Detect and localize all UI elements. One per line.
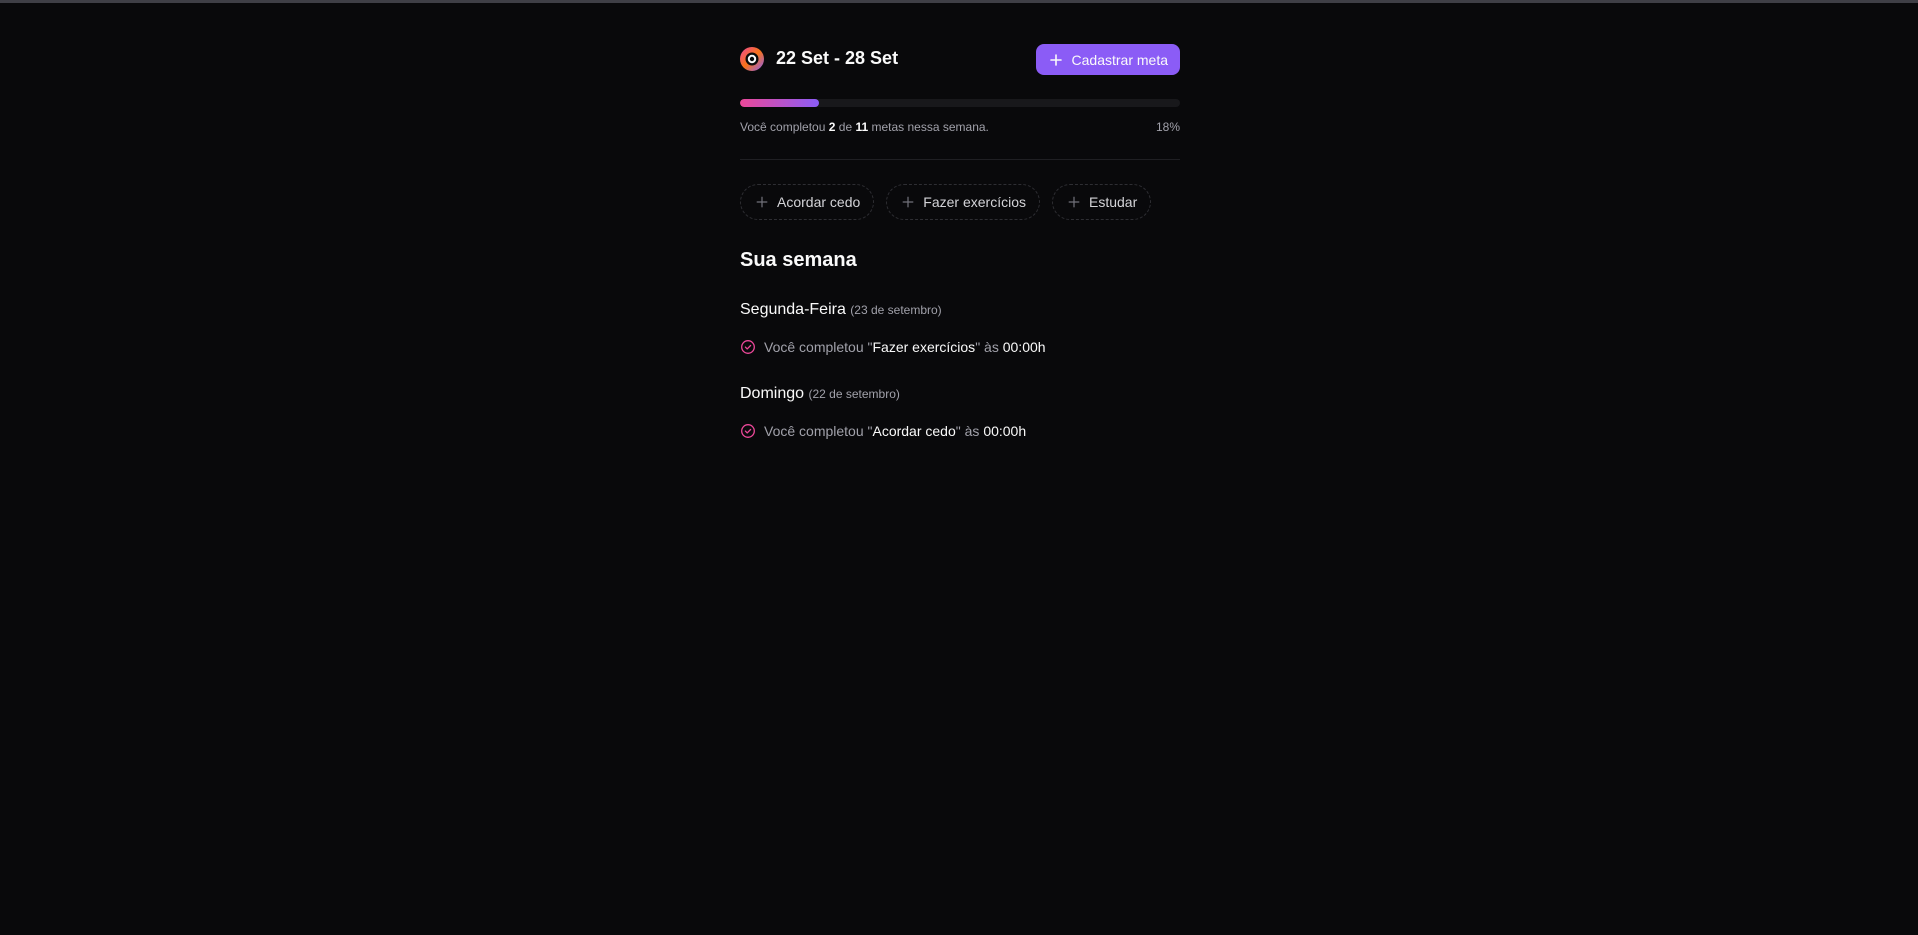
progress-prefix: Você completou [740,120,826,134]
progress-bar-fill [740,99,820,107]
add-goal-label: Cadastrar meta [1071,51,1168,68]
add-goal-button[interactable]: Cadastrar meta [1035,44,1180,75]
in-orbit-logo-icon [740,47,764,71]
total-count: 11 [855,120,869,134]
plus-icon [756,196,768,208]
completion-entry: Você completou "Acordar cedo" às 00:00h [740,422,1026,440]
pending-goal-chip[interactable]: Fazer exercícios [886,184,1040,220]
progress-percent: 18% [1155,120,1180,134]
plus-icon [902,196,914,208]
completed-count: 2 [828,120,836,134]
entry-goal: Acordar cedo [872,423,956,439]
day-heading: Domingo (22 de setembro) [740,384,900,404]
progress-between: de [838,120,853,134]
entry-goal: Fazer exercícios [872,339,976,355]
entry-time: 00:00h [1002,339,1046,355]
progress-suffix: metas nessa semana. [871,120,989,134]
progress-summary-text: Você completou 2 de 11 metas nessa seman… [740,119,989,135]
plus-icon [1068,196,1080,208]
browser-top-border [0,0,1918,3]
entry-text: Você completou "Fazer exercícios" às 00:… [764,338,1046,356]
day-heading: Segunda-Feira (23 de setembro) [740,300,942,320]
day-date: (22 de setembro) [808,387,900,401]
pending-goal-label: Acordar cedo [777,194,861,210]
plus-icon [1049,53,1062,66]
divider [740,159,1180,160]
circle-check-icon [741,340,755,354]
pending-goal-label: Estudar [1088,194,1138,210]
entry-text: Você completou "Acordar cedo" às 00:00h [764,422,1026,440]
pending-goal-chip[interactable]: Estudar [1051,184,1152,220]
entry-prefix: Você completou " [764,423,873,439]
summary-header: 22 Set - 28 Set Cadastrar meta [740,44,1180,76]
pending-goal-chip[interactable]: Acordar cedo [740,184,875,220]
day-name: Segunda-Feira [740,301,846,318]
entry-prefix: Você completou " [764,339,873,355]
week-section-title: Sua semana [740,249,857,271]
pending-goals-list: Acordar cedo Fazer exercícios Estudar [740,184,1152,220]
entry-middle: " às [955,423,984,439]
week-range-title: 22 Set - 28 Set [776,48,899,68]
pending-goal-label: Fazer exercícios [923,194,1026,210]
circle-check-icon [741,424,755,438]
day-date: (23 de setembro) [850,303,942,317]
entry-time: 00:00h [983,423,1027,439]
entry-middle: " às [975,339,1003,355]
completion-entry: Você completou "Fazer exercícios" às 00:… [740,338,1046,356]
progress-bar [740,99,1180,107]
day-name: Domingo [740,385,805,402]
